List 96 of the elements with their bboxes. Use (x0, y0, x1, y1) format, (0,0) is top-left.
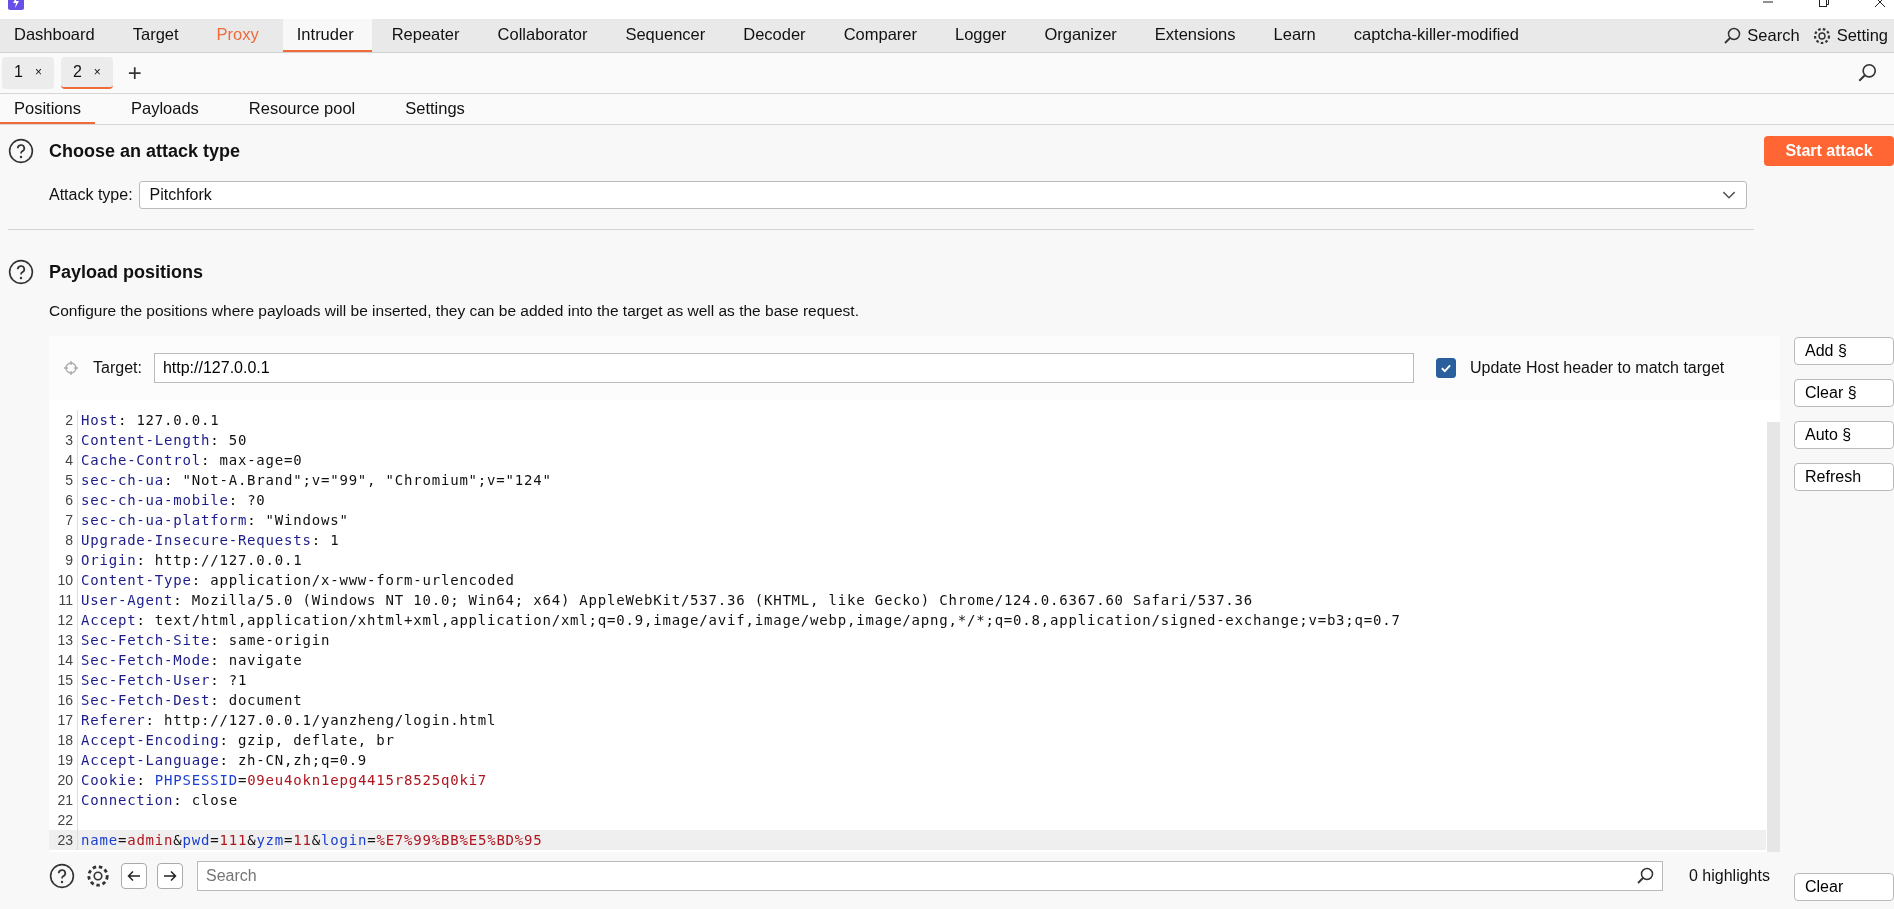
line-number: 2 (49, 410, 78, 430)
section-heading: Choose an attack type (49, 140, 241, 162)
attack-type-label: Attack type: (49, 186, 133, 204)
attack-tab[interactable]: 1 × (2, 57, 54, 89)
request-editor[interactable] (49, 400, 1780, 852)
search-button[interactable]: Search (1716, 19, 1806, 52)
code-line: Cache-Control: max-age=0 (81, 452, 303, 468)
settings-button[interactable]: Setting (1805, 19, 1894, 52)
sub-tab[interactable]: Positions (0, 94, 95, 124)
code-line: Upgrade-Insecure-Requests: 1 (81, 532, 340, 548)
highlights-count: 0 highlights (1689, 867, 1770, 885)
target-label: Target: (93, 359, 142, 377)
search-icon[interactable] (1856, 62, 1878, 84)
line-number: 11 (49, 590, 78, 610)
main-tab[interactable]: Collaborator (483, 19, 606, 52)
caret-icon (1721, 190, 1736, 200)
help-icon[interactable] (8, 259, 34, 285)
code-line: Sec-Fetch-Site: same-origin (81, 632, 331, 648)
sub-tab[interactable]: Settings (391, 94, 479, 124)
main-tab[interactable]: Sequencer (611, 19, 724, 52)
line-number: 20 (49, 770, 78, 790)
help-icon[interactable] (49, 863, 75, 889)
code-line: Connection: close (81, 792, 238, 808)
line-number: 21 (49, 790, 78, 810)
line-number: 10 (49, 570, 78, 590)
line-number: 14 (49, 650, 78, 670)
checkbox[interactable] (1435, 358, 1456, 378)
code-line: Referer: http://127.0.0.1/yanzheng/login.html (81, 712, 497, 728)
main-tab[interactable]: captcha-killer-modified (1339, 19, 1537, 52)
main-tab[interactable]: Extensions (1140, 19, 1254, 52)
code-line: Host: 127.0.0.1 (81, 412, 220, 428)
line-number: 15 (49, 670, 78, 690)
main-tab[interactable]: Dashboard (0, 19, 113, 52)
attack-tab[interactable]: 2 × (60, 57, 113, 89)
settings-icon[interactable] (85, 863, 111, 889)
update-host-checkbox[interactable]: Update Host header to match target (1435, 358, 1725, 378)
line-number: 7 (49, 510, 78, 530)
back-button[interactable] (121, 863, 147, 889)
line-number: 13 (49, 630, 78, 650)
gear-icon (1811, 25, 1832, 46)
line-number: 17 (49, 710, 78, 730)
line-number: 3 (49, 430, 78, 450)
code-line: User-Agent: Mozilla/5.0 (Windows NT 10.0; Win64; x64) AppleWebKit/537.36 (KHTML, like Gecko) Chrome/124.0.6367.60 Safari/537.36 (81, 592, 1254, 608)
line-number: 19 (49, 750, 78, 770)
code-line: Accept-Encoding: gzip, deflate, br (81, 732, 395, 748)
main-tab[interactable]: Organizer (1030, 19, 1135, 52)
search-icon[interactable] (1635, 866, 1655, 886)
section-heading: Payload positions (49, 261, 204, 283)
line-number: 16 (49, 690, 78, 710)
main-tab[interactable]: Intruder (282, 19, 372, 52)
crosshair-icon (63, 360, 79, 376)
code-line: name=admin&pwd=111&yzm=11&login=%E7%99%BB%E5%BD%95 (81, 832, 543, 848)
code-line: Content-Type: application/x-www-form-urlencoded (81, 572, 515, 588)
line-number: 5 (49, 470, 78, 490)
search-field[interactable]: Search (197, 861, 1663, 891)
code-line: Content-Length: 50 (81, 432, 248, 448)
arrow-left-icon (126, 868, 142, 884)
line-number: 6 (49, 490, 78, 510)
main-tab[interactable]: Comparer (829, 19, 935, 52)
code-line: Origin: http://127.0.0.1 (81, 552, 303, 568)
code-line: Accept: text/html,application/xhtml+xml,application/xml;q=0.9,image/avif,image/webp,image/apng,*/*;q=0.8,application/signed-exchange;v=b3;q=0.7 (81, 612, 1401, 628)
code-line: sec-ch-ua: "Not-A.Brand";v="99", "Chromium";v="124" (81, 472, 552, 488)
attack-type-dropdown[interactable]: Pitchfork (138, 181, 1747, 209)
main-tab[interactable]: Target (118, 19, 197, 52)
clear-button[interactable]: Clear (1794, 873, 1894, 901)
sub-tab[interactable]: Resource pool (234, 94, 370, 124)
position-button[interactable]: Refresh (1794, 463, 1894, 491)
line-number: 18 (49, 730, 78, 750)
code-line: Accept-Language: zh-CN,zh;q=0.9 (81, 752, 368, 768)
position-button[interactable]: Auto § (1794, 421, 1894, 449)
code-line: sec-ch-ua-mobile: ?0 (81, 492, 266, 508)
sub-tab[interactable]: Payloads (116, 94, 213, 124)
help-icon[interactable] (8, 138, 34, 164)
line-number: 4 (49, 450, 78, 470)
search-icon (1722, 25, 1743, 46)
line-number: 23 (49, 830, 78, 850)
code-line: Cookie: PHPSESSID=09eu4okn1epg4415r8525q0ki7 (81, 772, 488, 788)
position-button[interactable]: Clear § (1794, 379, 1894, 407)
add-tab-button[interactable]: + (127, 59, 142, 87)
line-number: 8 (49, 530, 78, 550)
main-tab[interactable]: Repeater (377, 19, 478, 52)
code-line: sec-ch-ua-platform: "Windows" (81, 512, 349, 528)
target-field[interactable]: http://127.0.0.1 (153, 353, 1414, 383)
section-description: Configure the positions where payloads will be inserted, they can be added into the target as well as the base request. (49, 302, 860, 320)
position-button[interactable]: Add § (1794, 337, 1894, 365)
code-line: Sec-Fetch-Dest: document (81, 692, 303, 708)
code-line: Sec-Fetch-Mode: navigate (81, 652, 303, 668)
main-tab[interactable]: Logger (941, 19, 1025, 52)
scrollbar[interactable] (1767, 422, 1780, 852)
arrow-right-icon (162, 868, 178, 884)
main-tab[interactable]: Learn (1259, 19, 1334, 52)
line-number: 9 (49, 550, 78, 570)
code-line: Sec-Fetch-User: ?1 (81, 672, 248, 688)
forward-button[interactable] (157, 863, 183, 889)
line-number: 12 (49, 610, 78, 630)
main-tab[interactable]: Decoder (729, 19, 824, 52)
